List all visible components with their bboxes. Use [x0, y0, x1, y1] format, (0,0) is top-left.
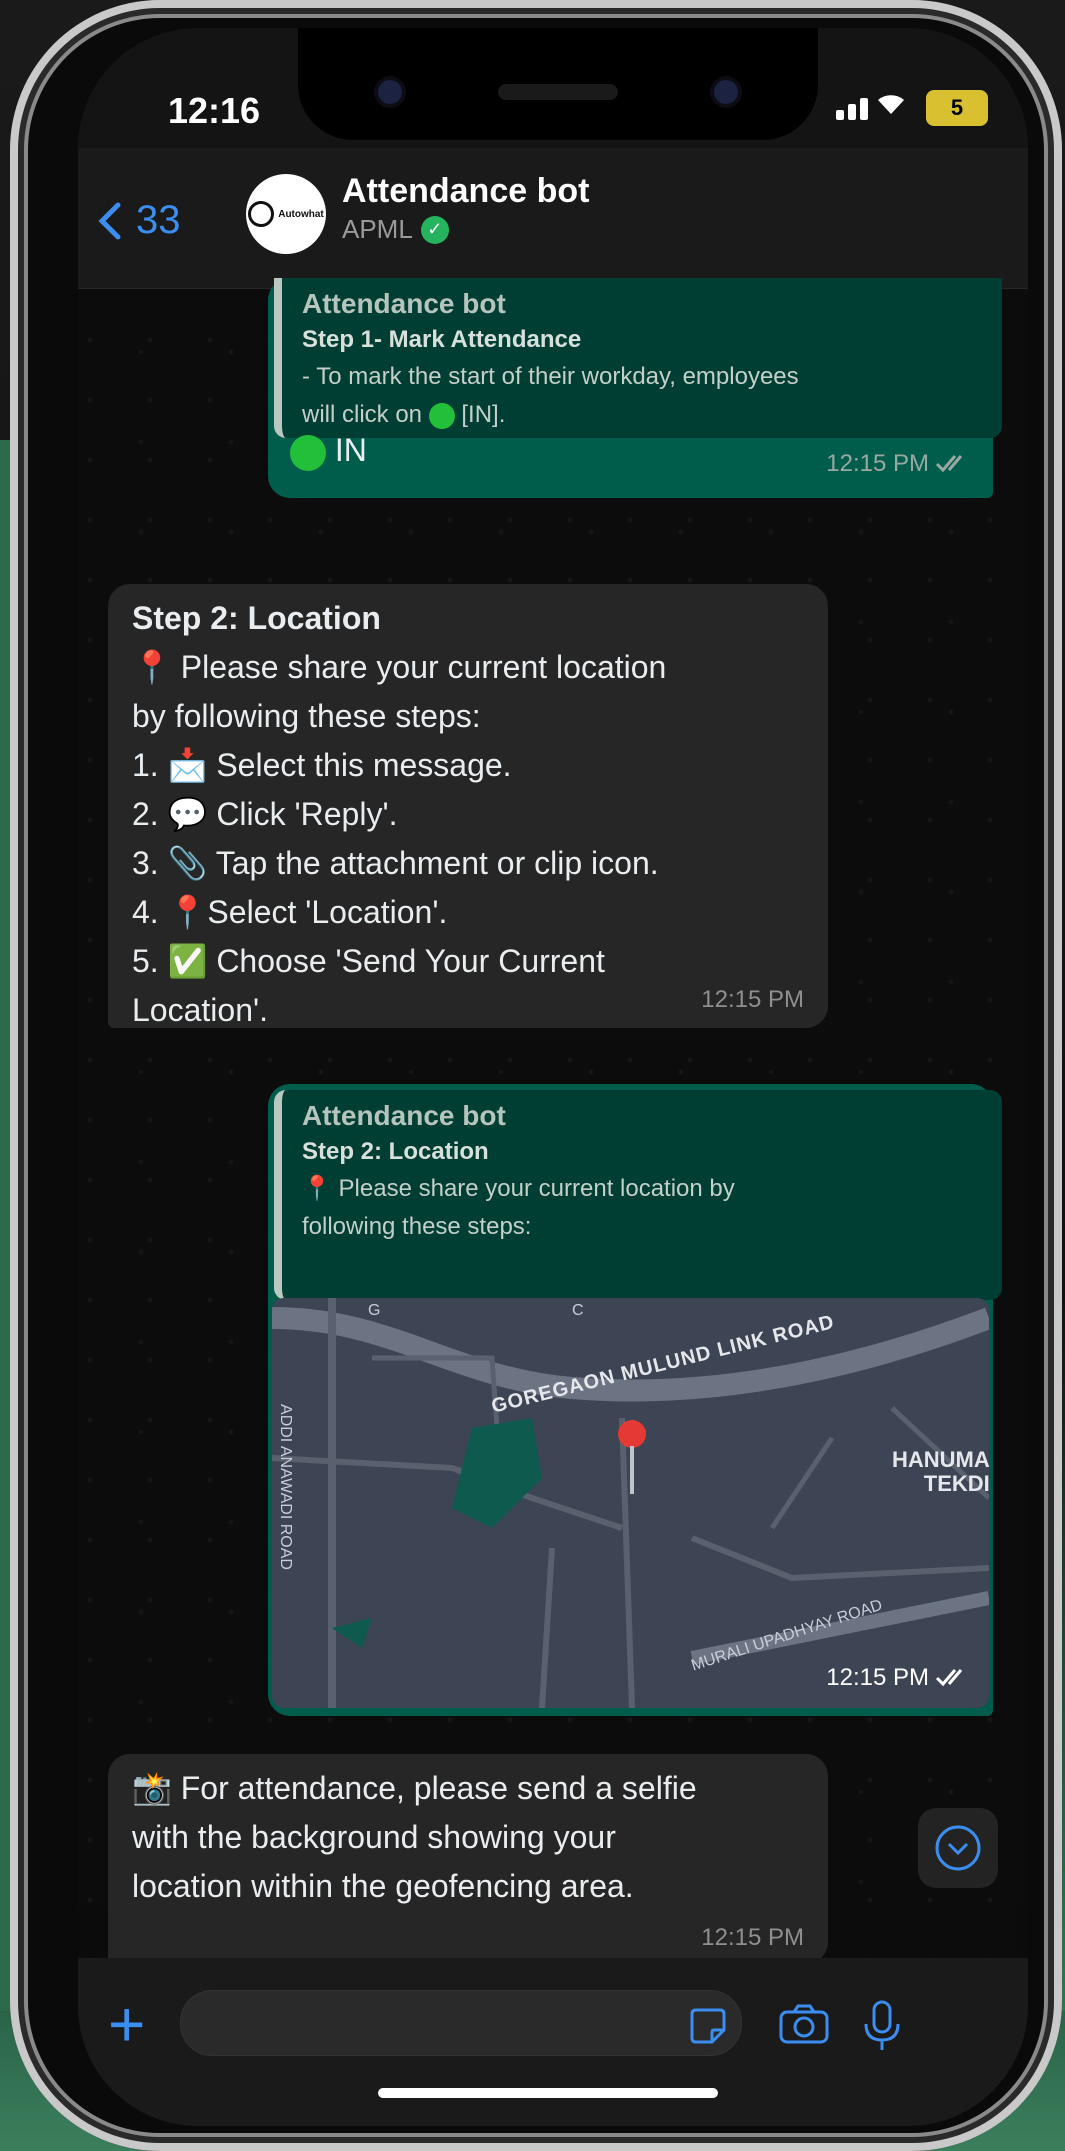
message-line: with the background showing your	[132, 1818, 616, 1855]
read-receipt-icon	[935, 1669, 963, 1687]
home-indicator	[378, 2088, 718, 2098]
notch	[298, 28, 818, 140]
message-time: 12:15 PM	[701, 986, 804, 1013]
map-label-g: G	[368, 1302, 381, 1319]
location-map[interactable]: GOREGAON MULUND LINK ROAD HANUMA TEKDI M…	[272, 1298, 989, 1708]
message-line: 1. 📩 Select this message.	[132, 746, 512, 783]
message-time: 12:15 PM	[826, 1664, 929, 1691]
green-circle-icon	[290, 434, 326, 471]
message-list[interactable]: Attendance bot Step 1- Mark Attendance -…	[78, 278, 1028, 1968]
message-meta: 12:15 PM	[701, 986, 804, 1014]
message-out-in[interactable]: Attendance bot Step 1- Mark Attendance -…	[268, 278, 1002, 498]
message-time: 12:15 PM	[701, 1924, 804, 1951]
phone-screen: 12:16 5 33 Autowhat Attendance bot APML …	[78, 28, 1028, 2126]
plus-icon[interactable]: +	[108, 1992, 145, 2056]
message-in-step2[interactable]: Step 2: Location 📍 Please share your cur…	[108, 584, 828, 1028]
message-text: 📸 For attendance, please send a selfie w…	[132, 1764, 697, 1911]
map-area-label: HANUMA TEKDI	[892, 1447, 989, 1497]
message-line: 4. 📍Select 'Location'.	[132, 893, 448, 930]
message-line: 📸 For attendance, please send a selfie	[132, 1770, 697, 1806]
quote-line: following these steps:	[302, 1213, 532, 1241]
message-text: IN	[290, 426, 367, 475]
logo-icon	[248, 201, 275, 227]
battery-level: 5	[950, 95, 964, 120]
map-roads	[272, 1298, 989, 1708]
message-meta: 12:15 PM	[701, 1924, 804, 1952]
message-line: 📍 Please share your current location	[132, 648, 667, 685]
camera-lens-icon	[378, 80, 402, 104]
chat-header: 33 Autowhat Attendance bot APML ✓	[78, 148, 1028, 289]
message-input[interactable]	[180, 1990, 742, 2056]
chat-subtitle: APML ✓	[342, 214, 449, 245]
message-time: 12:15 PM	[826, 450, 929, 477]
back-button[interactable]: 33	[98, 198, 181, 243]
message-line: 5. ✅ Choose 'Send Your Current	[132, 942, 605, 979]
quoted-message[interactable]: Attendance bot Step 2: Location 📍 Please…	[274, 1090, 1002, 1300]
quote-line: 📍 Please share your current location by	[302, 1175, 735, 1202]
scroll-down-button[interactable]	[918, 1808, 998, 1888]
quote-body: 📍 Please share your current location by …	[302, 1170, 982, 1247]
map-area-line: TEKDI	[923, 1471, 989, 1497]
message-meta: 12:15 PM	[826, 1664, 969, 1692]
message-composer: +	[78, 1958, 1028, 2126]
mic-icon[interactable]	[862, 1998, 902, 2054]
message-in-selfie[interactable]: 📸 For attendance, please send a selfie w…	[108, 1754, 828, 1964]
quote-body: - To mark the start of their workday, em…	[302, 358, 982, 435]
message-in-label: IN	[334, 432, 367, 468]
unread-count: 33	[136, 198, 181, 242]
status-time: 12:16	[168, 90, 261, 131]
quoted-message[interactable]: Attendance bot Step 1- Mark Attendance -…	[274, 278, 1002, 438]
avatar-text: Autowhat	[278, 208, 324, 220]
map-label-c: C	[572, 1302, 584, 1319]
scroll-down-icon	[935, 1825, 981, 1871]
map-pin-icon	[618, 1420, 646, 1494]
message-meta: 12:15 PM	[826, 450, 969, 478]
message-text: Step 2: Location 📍 Please share your cur…	[132, 594, 666, 1035]
battery-icon: 5	[926, 90, 988, 126]
sensor-icon	[714, 80, 738, 104]
map-area-line: HANUMA	[892, 1447, 989, 1472]
wifi-icon	[874, 88, 908, 121]
message-line: by following these steps:	[132, 697, 481, 734]
camera-icon[interactable]	[778, 2002, 830, 2046]
quote-sender: Attendance bot	[302, 1100, 506, 1131]
quote-sender: Attendance bot	[302, 288, 506, 319]
message-line: 2. 💬 Click 'Reply'.	[132, 795, 398, 832]
quote-step: Step 2: Location	[302, 1138, 489, 1165]
read-receipt-icon	[935, 455, 963, 473]
sticker-icon[interactable]	[688, 2006, 728, 2046]
message-line: location within the geofencing area.	[132, 1867, 634, 1904]
verified-icon: ✓	[420, 215, 449, 244]
quote-line: will click on	[302, 401, 423, 429]
chat-title[interactable]: Attendance bot	[342, 172, 589, 211]
message-out-location[interactable]: Attendance bot Step 2: Location 📍 Please…	[268, 1084, 1002, 1716]
back-chevron-icon	[98, 202, 121, 239]
message-line: Location'.	[132, 991, 268, 1028]
quote-line: [IN].	[461, 401, 506, 429]
quote-line: - To mark the start of their workday, em…	[302, 363, 799, 390]
message-heading: Step 2: Location	[132, 600, 381, 636]
phone-frame: 12:16 5 33 Autowhat Attendance bot APML …	[10, 0, 1062, 2151]
subtitle-text: APML	[342, 214, 413, 244]
green-circle-icon	[428, 403, 455, 430]
speaker-grille	[498, 84, 618, 100]
map-road-label-3: ADDI ANAWADI ROAD	[276, 1404, 294, 1570]
status-bar: 12:16 5	[78, 28, 1028, 148]
signal-icon	[832, 98, 868, 120]
quote-step: Step 1- Mark Attendance	[302, 326, 582, 353]
message-line: 3. 📎 Tap the attachment or clip icon.	[132, 844, 659, 881]
avatar[interactable]: Autowhat	[246, 174, 326, 254]
